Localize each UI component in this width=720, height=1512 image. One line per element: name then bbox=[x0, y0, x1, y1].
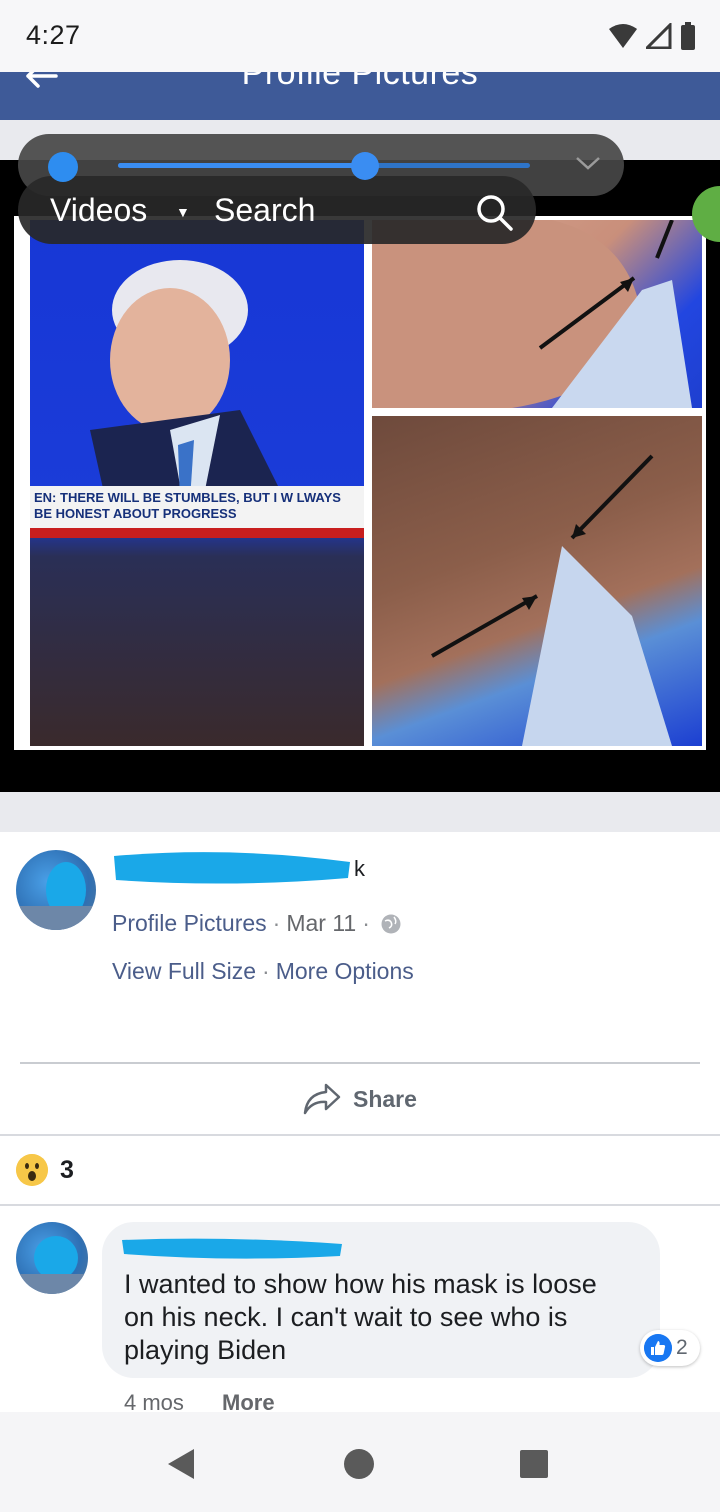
battery-icon bbox=[681, 22, 695, 50]
photo-panel-top-right bbox=[372, 220, 702, 408]
status-time: 4:27 bbox=[26, 20, 81, 50]
status-icons bbox=[608, 22, 696, 50]
page-title: Profile Pictures bbox=[241, 72, 479, 92]
caret-down-icon: ▼ bbox=[176, 204, 190, 220]
play-icon[interactable] bbox=[48, 152, 78, 182]
chevron-down-icon[interactable] bbox=[574, 154, 602, 172]
nav-recents-icon[interactable] bbox=[520, 1450, 548, 1478]
system-nav-bar bbox=[0, 1412, 720, 1512]
photo-panel-main: EN: THERE WILL BE STUMBLES, BUT I W LWAY… bbox=[30, 220, 364, 746]
avatar[interactable] bbox=[16, 850, 96, 930]
status-bar: 4:27 bbox=[0, 0, 720, 72]
search-icon[interactable] bbox=[474, 192, 514, 232]
seek-handle[interactable] bbox=[351, 152, 379, 180]
comment-likes[interactable]: 2 bbox=[640, 1330, 700, 1366]
share-label: Share bbox=[353, 1086, 417, 1112]
arrow-annotation bbox=[431, 454, 672, 746]
share-button[interactable]: Share bbox=[0, 1064, 720, 1134]
reactions-summary[interactable]: 3 bbox=[0, 1136, 720, 1204]
redacted-name bbox=[114, 852, 350, 884]
post-date[interactable]: Mar 11 bbox=[286, 910, 356, 936]
wifi-icon bbox=[609, 24, 637, 48]
cellular-signal-icon bbox=[646, 23, 672, 49]
author-name-suffix: k bbox=[354, 856, 365, 881]
nav-back-icon[interactable] bbox=[166, 1447, 196, 1481]
share-icon bbox=[303, 1083, 341, 1115]
like-icon bbox=[644, 1334, 672, 1362]
redacted-commenter-name bbox=[122, 1238, 342, 1259]
seek-progress bbox=[118, 163, 365, 168]
post-info: k Profile Pictures · Mar 11 · View Full Siz… bbox=[0, 832, 720, 1062]
photo-viewer[interactable]: EN: THERE WILL BE STUMBLES, BUT I W LWAY… bbox=[0, 120, 720, 832]
app-header: Profile Pictures bbox=[0, 72, 720, 120]
divider bbox=[0, 1204, 720, 1206]
photo-panel-bottom-right bbox=[372, 416, 702, 746]
album-link[interactable]: Profile Pictures bbox=[112, 910, 267, 936]
post-meta: Profile Pictures · Mar 11 · bbox=[112, 910, 402, 937]
more-options-link[interactable]: More Options bbox=[276, 958, 414, 984]
commenter-avatar[interactable] bbox=[16, 1222, 88, 1294]
nav-home-icon[interactable] bbox=[344, 1449, 374, 1479]
like-count: 2 bbox=[676, 1336, 688, 1359]
wow-reaction-icon bbox=[16, 1154, 48, 1186]
separator: · bbox=[272, 910, 281, 936]
view-full-size-link[interactable]: View Full Size bbox=[112, 958, 256, 984]
videos-dropdown[interactable]: Videos bbox=[50, 192, 147, 229]
arrow-annotation bbox=[372, 220, 692, 408]
news-banner-stripe bbox=[30, 528, 364, 538]
separator: · bbox=[362, 910, 370, 936]
comment-text: I wanted to show how his mask is loose o… bbox=[124, 1269, 597, 1365]
screen: 4:27 Profile Pictures EN: THERE WILL BE … bbox=[0, 0, 720, 1512]
separator: · bbox=[262, 958, 270, 984]
post-photo[interactable]: EN: THERE WILL BE STUMBLES, BUT I W LWAY… bbox=[14, 216, 706, 750]
search-input[interactable]: Search bbox=[214, 192, 315, 229]
globe-icon bbox=[381, 914, 401, 934]
reaction-count: 3 bbox=[60, 1156, 74, 1184]
photo-actions: View Full Size · More Options bbox=[112, 958, 414, 985]
portrait-figure bbox=[90, 260, 290, 520]
